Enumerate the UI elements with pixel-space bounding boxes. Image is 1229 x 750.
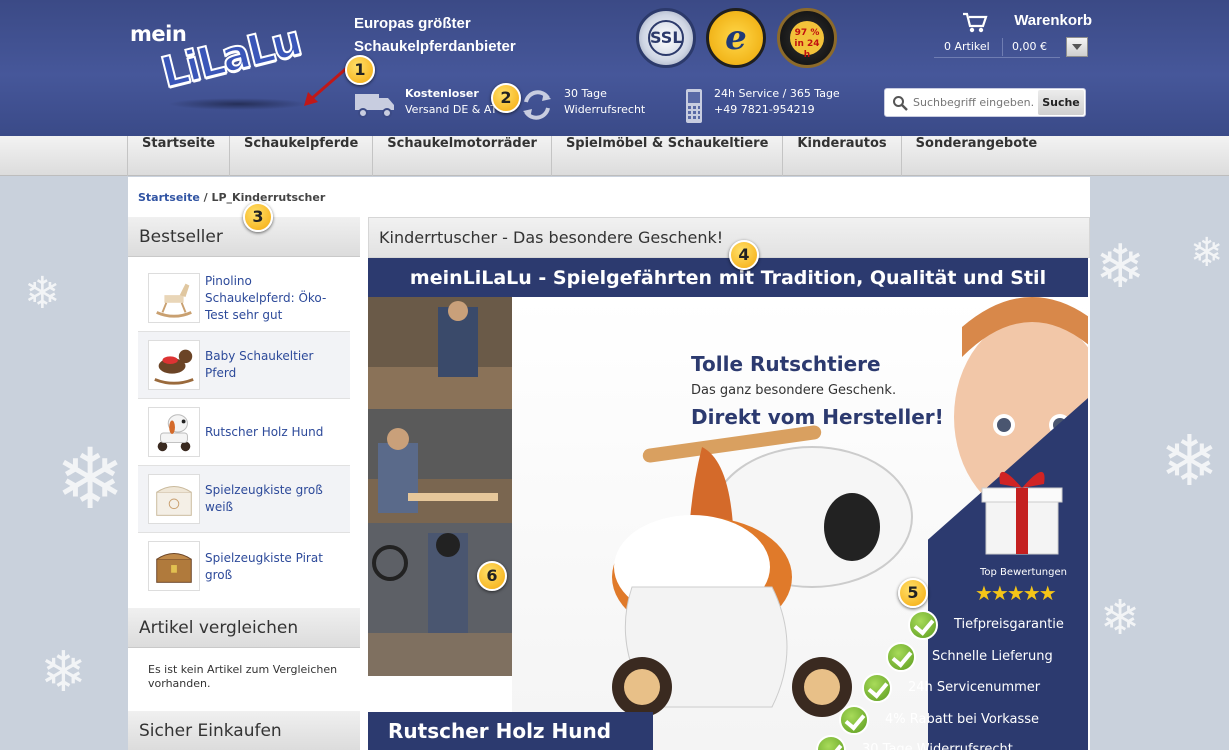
snowflake-icon: ❄ — [1190, 230, 1224, 276]
benefit-label: Schnelle Lieferung — [932, 649, 1053, 664]
main-navigation: Startseite Schaukelpferde Schaukelmotorr… — [0, 136, 1229, 176]
snowflake-icon: ❄ — [1160, 420, 1219, 502]
logo-mein-text: mein — [130, 22, 187, 46]
nav-item-startseite[interactable]: Startseite — [128, 136, 231, 176]
nav-item-schaukelmotorraeder[interactable]: Schaukelmotorräder — [373, 136, 552, 176]
rocking-horse-thumbnail — [148, 273, 200, 323]
cart-summary: 0 Artikel 0,00 € — [934, 38, 1060, 58]
annotation-marker: 5 — [898, 578, 928, 608]
breadcrumb-separator: / — [199, 191, 212, 204]
snowflake-icon: ❄ — [40, 640, 87, 705]
cart-item-count: 0 Artikel — [944, 40, 990, 53]
rocking-animal-thumbnail — [148, 340, 200, 390]
award-seal-icon[interactable]: 97 % in 24 h — [777, 8, 837, 68]
bestseller-item[interactable]: Spielzeugkiste groß weiß — [138, 466, 350, 533]
compare-heading: Artikel vergleichen — [128, 608, 360, 648]
snowflake-icon: ❄ — [24, 268, 61, 319]
main-content: Kinderrtuscher - Das besondere Geschenk!… — [368, 217, 1090, 750]
workshop-photo — [368, 523, 512, 676]
trusted-shops-seal-icon[interactable]: e — [706, 8, 766, 68]
usp-1-line1: Kostenloser — [405, 87, 479, 100]
logo-shadow — [168, 98, 308, 110]
promo-banner[interactable]: meinLiLaLu - Spielgefährten mit Traditio… — [368, 258, 1088, 750]
checkmark-icon — [886, 642, 916, 672]
hero-subheading: Das ganz besondere Geschenk. — [691, 383, 897, 398]
tagline-line-2: Schaukelpferdanbieter — [354, 38, 516, 55]
ssl-seal-icon[interactable]: SSL — [636, 8, 696, 68]
nav-item-sonderangebote[interactable]: Sonderangebote — [902, 136, 1052, 176]
annotation-marker: 4 — [729, 240, 759, 270]
secure-shopping-heading: Sicher Einkaufen — [128, 711, 360, 750]
nav-item-spielmoebel[interactable]: Spielmöbel & Schaukeltiere — [552, 136, 784, 176]
annotation-marker: 3 — [243, 202, 273, 232]
phone-icon — [686, 89, 702, 123]
bestseller-item[interactable]: Pinolino Schaukelpferd: Öko-Test sehr gu… — [138, 265, 350, 332]
cart-total: 0,00 € — [1012, 40, 1047, 53]
truck-icon — [355, 94, 394, 118]
bestseller-name[interactable]: Pinolino Schaukelpferd: Öko-Test sehr gu… — [205, 265, 345, 331]
return-arrows-icon — [523, 90, 551, 120]
bestseller-name[interactable]: Spielzeugkiste groß weiß — [205, 466, 345, 532]
content-panel: Startseite / LP_Kinderrutscher Bestselle… — [128, 177, 1090, 750]
wooden-dog-thumbnail — [148, 407, 200, 457]
hero-heading: Tolle Rutschtiere — [691, 352, 881, 376]
toy-chest-white-thumbnail — [148, 474, 200, 524]
bestseller-name[interactable]: Baby Schaukeltier Pferd — [205, 332, 345, 398]
cart-dropdown-toggle[interactable] — [1066, 37, 1088, 57]
checkmark-icon — [908, 610, 938, 640]
compare-empty-message: Es ist kein Artikel zum Vergleichen vorh… — [148, 663, 338, 690]
banner-headline: meinLiLaLu - Spielgefährten mit Traditio… — [368, 258, 1088, 297]
meinlilalu-logo[interactable]: mein LiLaLu — [130, 15, 320, 110]
usp-2-line1: 30 Tage — [564, 87, 607, 100]
checkmark-icon — [862, 673, 892, 703]
snowflake-icon: ❄ — [1095, 232, 1146, 302]
gift-box-icon — [981, 471, 1063, 555]
bestseller-name[interactable]: Spielzeugkiste Pirat groß — [205, 533, 345, 600]
snowflake-icon: ❄ — [1100, 590, 1141, 646]
workshop-photo — [368, 297, 512, 409]
breadcrumb: Startseite / LP_Kinderrutscher — [138, 191, 325, 204]
search-bar: Suche — [884, 88, 1086, 117]
annotation-marker: 1 — [345, 55, 375, 85]
usp-3-line2: +49 7821-954219 — [714, 103, 815, 116]
sidebar: Bestseller Pinolino Schaukelpferd: Öko-T… — [128, 217, 360, 750]
benefit-label: 24h Servicenummer — [908, 680, 1041, 695]
header-tagline: Europas größter Schaukelpferdanbieter — [354, 12, 516, 58]
award-seal-text: 97 % in 24 h — [790, 21, 824, 60]
nav-item-kinderautos[interactable]: Kinderautos — [783, 136, 902, 176]
cart-title[interactable]: Warenkorb — [962, 12, 1092, 29]
ssl-seal-text: SSL — [648, 20, 684, 56]
benefit-label: 30 Tage Widerrufsrecht — [862, 742, 1013, 750]
annotation-marker: 6 — [477, 561, 507, 591]
usp-3-line1: 24h Service / 365 Tage — [714, 87, 840, 100]
bestseller-item[interactable]: Baby Schaukeltier Pferd — [138, 332, 350, 399]
search-input[interactable] — [913, 92, 1041, 113]
workshop-photo — [368, 409, 512, 523]
bestseller-name[interactable]: Rutscher Holz Hund — [205, 399, 345, 465]
usp-2-line2: Widerrufsrecht — [564, 103, 646, 116]
tagline-line-1: Europas größter — [354, 15, 471, 32]
rating-stars-icon: ★★★★★ — [975, 581, 1057, 605]
nav-item-schaukelpferde[interactable]: Schaukelpferde — [230, 136, 374, 176]
bestseller-list: Pinolino Schaukelpferd: Öko-Test sehr gu… — [128, 257, 360, 600]
benefit-label: Tiefpreisgarantie — [954, 617, 1064, 632]
cart-separator — [1002, 38, 1003, 56]
snowflake-icon: ❄ — [55, 430, 126, 528]
breadcrumb-home-link[interactable]: Startseite — [138, 191, 200, 204]
checkmark-icon — [839, 705, 869, 735]
annotation-marker: 2 — [491, 83, 521, 113]
trusted-shops-seal-text: e — [725, 18, 747, 58]
site-header: mein LiLaLu Europas größter Schaukelpfer… — [0, 0, 1229, 136]
bestseller-item[interactable]: Rutscher Holz Hund — [138, 399, 350, 466]
breadcrumb-current: LP_Kinderrutscher — [211, 191, 326, 204]
usp-1-line2: Versand DE & AT — [405, 103, 498, 116]
search-icon — [893, 96, 908, 111]
rating-label: Top Bewertungen — [980, 567, 1067, 578]
pirate-chest-thumbnail — [148, 541, 200, 591]
featured-product-name[interactable]: Rutscher Holz Hund — [368, 712, 653, 750]
bestseller-item[interactable]: Spielzeugkiste Pirat groß — [138, 533, 350, 600]
benefit-label: 4% Rabatt bei Vorkasse — [885, 712, 1040, 727]
search-button[interactable]: Suche — [1038, 90, 1084, 115]
